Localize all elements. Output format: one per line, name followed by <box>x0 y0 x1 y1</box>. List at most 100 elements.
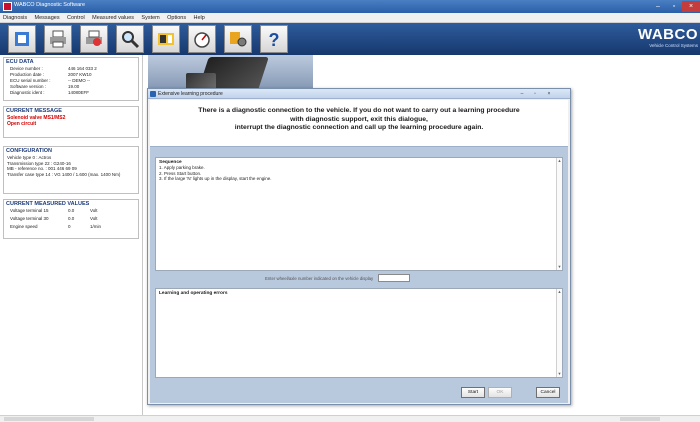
measured-row: Engine speed 0 1/min <box>4 224 138 232</box>
status-segment <box>620 417 660 421</box>
ecu-button[interactable] <box>8 25 36 53</box>
section-header: ECU DATA <box>6 59 34 65</box>
info-panel: ECU DATA Device number : 446 164 033 2 Pr… <box>0 55 143 415</box>
section-header: CURRENT MESSAGE <box>6 108 62 114</box>
svg-text:?: ? <box>269 30 280 49</box>
config-icon <box>230 32 247 47</box>
print-preview-icon <box>86 30 102 46</box>
ecu-row-label: Diagnostic ident : <box>10 90 45 95</box>
ecu-row-value: 446 164 033 2 <box>68 66 97 71</box>
wheel-number-label: Enter wheel/axle number indicated on the… <box>265 276 374 281</box>
gauge-icon <box>194 32 210 48</box>
maximize-button[interactable]: ▫ <box>666 1 682 12</box>
gauge-button[interactable] <box>188 25 216 53</box>
dialog-close-button[interactable]: × <box>543 90 555 98</box>
brand-name: WABCO <box>638 26 698 43</box>
search-button[interactable] <box>116 25 144 53</box>
measured-label: Voltage terminal 15 <box>10 208 49 213</box>
menu-messages[interactable]: Messages <box>32 13 63 23</box>
config-button[interactable] <box>224 25 252 53</box>
measured-unit: Volt <box>90 208 98 213</box>
app-icon <box>3 2 12 11</box>
ecu-data-section: ECU DATA Device number : 446 164 033 2 Pr… <box>3 57 139 101</box>
measured-value: 0.0 <box>68 216 75 221</box>
dialog-button-bar: Start OK Cancel <box>150 383 568 403</box>
banner-line: There is a diagnostic connection to the … <box>198 107 520 114</box>
measured-value: 0.0 <box>68 208 75 213</box>
scroll-up-icon[interactable]: ▲ <box>557 289 562 295</box>
menu-options[interactable]: Options <box>164 13 189 23</box>
info-banner: There is a diagnostic connection to the … <box>150 100 568 147</box>
ecu-icon <box>15 32 29 46</box>
menu-help[interactable]: Help <box>191 13 208 23</box>
ecu-row-value: -- DEMO -- <box>68 78 90 83</box>
measured-value: 0 <box>68 224 71 229</box>
errors-box[interactable]: Learning and operating errors ▲ ▼ <box>155 288 563 378</box>
measured-label: Voltage terminal 30 <box>10 216 49 221</box>
sequence-scrollbar[interactable]: ▲ ▼ <box>556 158 562 270</box>
print-button[interactable] <box>44 25 72 53</box>
ecu-row-label: Software version : <box>10 84 47 89</box>
print-icon <box>50 30 66 48</box>
configuration-section: CONFIGURATION Vehicle type 0 : Actros Tr… <box>3 146 139 194</box>
dialog-body: There is a diagnostic connection to the … <box>150 100 568 403</box>
banner-line: interrupt the diagnostic connection and … <box>234 124 484 131</box>
menu-control[interactable]: Control <box>64 13 88 23</box>
ecu-row-label: ECU serial number : <box>10 78 51 83</box>
help-icon: ? <box>269 30 280 49</box>
close-button[interactable]: × <box>682 1 700 12</box>
ecu-row: Diagnostic ident : 14080EFF <box>4 90 138 96</box>
brand-logo: WABCO Vehicle Control Systems <box>618 26 698 52</box>
menu-bar: Diagnosis Messages Control Measured valu… <box>0 13 700 23</box>
menu-diagnosis[interactable]: Diagnosis <box>0 13 30 23</box>
ecu-row-value: 2007 KW10 <box>68 72 92 77</box>
message-detail: Open circuit <box>7 121 37 127</box>
toolbar: ? WABCO Vehicle Control Systems <box>0 23 700 55</box>
sequence-box[interactable]: Sequence 1. Apply parking brake. 2. Pres… <box>155 157 563 271</box>
sequence-header: Sequence <box>159 160 182 165</box>
dialog-minimize-button[interactable]: – <box>516 90 528 98</box>
menu-measured-values[interactable]: Measured values <box>89 13 137 23</box>
ecu-row-value: 19.00 <box>68 84 80 89</box>
minimize-button[interactable]: – <box>650 1 666 12</box>
errors-header: Learning and operating errors <box>159 291 228 296</box>
dialog-maximize-button[interactable]: ▫ <box>529 90 541 98</box>
menu-system[interactable]: System <box>138 13 162 23</box>
print-preview-button[interactable] <box>80 25 108 53</box>
banner-line: with diagnostic support, exit this dialo… <box>290 115 428 123</box>
ecu-row-value: 14080EFF <box>68 90 90 95</box>
help-button[interactable]: ? <box>260 25 288 53</box>
search-icon <box>122 31 140 49</box>
measured-row: Voltage terminal 30 0.0 Volt <box>4 216 138 224</box>
sequence-step: 3. If the large 'N' lights up in the dis… <box>159 176 272 181</box>
ok-button[interactable]: OK <box>488 387 512 398</box>
measured-values-section: CURRENT MEASURED VALUES Voltage terminal… <box>3 199 139 239</box>
dialog-app-icon <box>150 91 156 97</box>
section-header: CURRENT MEASURED VALUES <box>6 201 90 207</box>
wheel-number-input[interactable] <box>378 274 410 282</box>
wheel-number-row: Enter wheel/axle number indicated on the… <box>150 274 568 284</box>
window-titlebar: WABCO Diagnostic Software – ▫ × <box>0 0 700 13</box>
start-button[interactable]: Start <box>461 387 485 398</box>
cancel-button[interactable]: Cancel <box>536 387 560 398</box>
config-line: Transfer case type 14 : VG 1400 / 1.600 … <box>7 171 121 177</box>
current-message-section: CURRENT MESSAGE Solenoid valve MS1/MS2 O… <box>3 106 139 138</box>
errors-scrollbar[interactable]: ▲ ▼ <box>556 289 562 377</box>
scroll-down-icon[interactable]: ▼ <box>557 371 562 377</box>
learning-procedure-dialog: Extensive learning procedure – ▫ × There… <box>147 88 571 405</box>
window-title: WABCO Diagnostic Software <box>14 2 86 8</box>
measured-unit: 1/min <box>90 224 102 229</box>
measured-label: Engine speed <box>10 224 38 229</box>
measured-row: Voltage terminal 15 0.0 Volt <box>4 208 138 216</box>
section-header: CONFIGURATION <box>6 148 53 154</box>
status-bar <box>0 415 700 422</box>
scroll-up-icon[interactable]: ▲ <box>557 158 562 164</box>
measure-button[interactable] <box>152 25 180 53</box>
dialog-titlebar: Extensive learning procedure – ▫ × <box>148 89 570 99</box>
ecu-row-label: Production date : <box>10 72 45 77</box>
ecu-row-label: Device number : <box>10 66 43 71</box>
dialog-title: Extensive learning procedure <box>158 91 223 97</box>
scroll-down-icon[interactable]: ▼ <box>557 264 562 270</box>
measured-unit: Volt <box>90 216 98 221</box>
status-segment <box>4 417 94 421</box>
